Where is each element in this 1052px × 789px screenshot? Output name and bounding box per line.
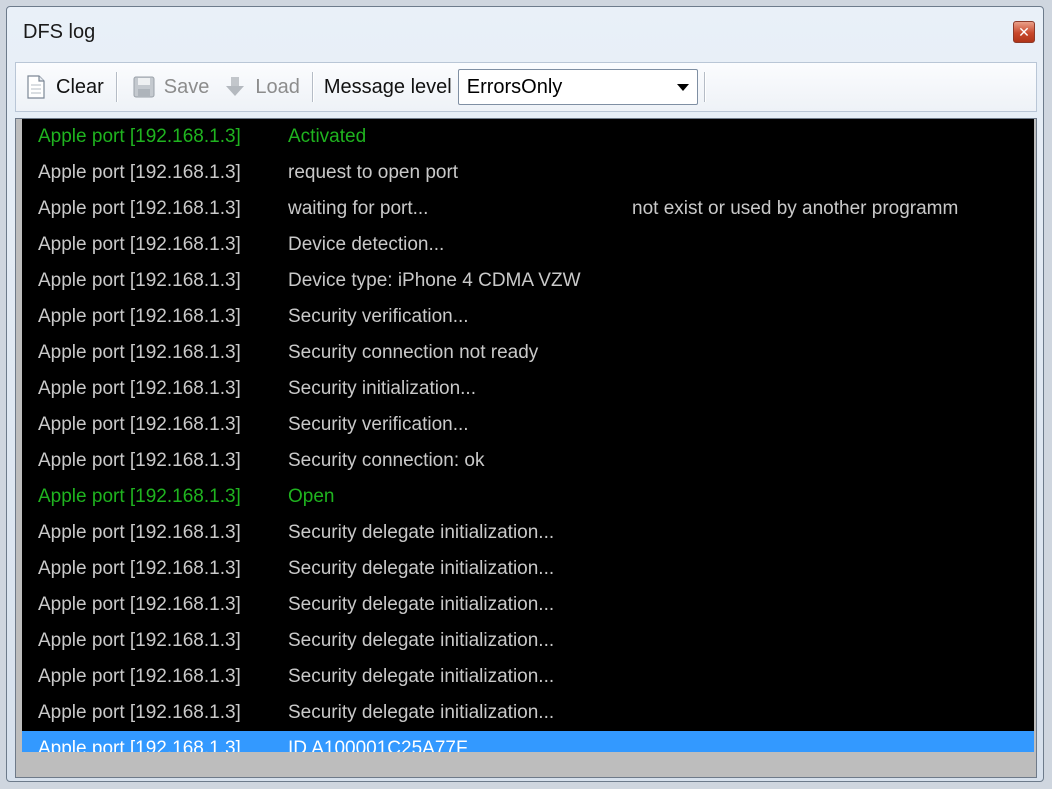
log-source: Apple port [192.168.1.3] — [38, 630, 241, 651]
log-row[interactable]: Apple port [192.168.1.3] Security delegat… — [22, 659, 1034, 695]
log-source: Apple port [192.168.1.3] — [38, 234, 241, 255]
log-row[interactable]: Apple port [192.168.1.3] Security verific… — [22, 407, 1034, 443]
log-source: Apple port [192.168.1.3] — [38, 378, 241, 399]
load-label: Load — [255, 75, 300, 98]
log-message: Security delegate initialization... — [288, 558, 555, 579]
log-row[interactable]: Apple port [192.168.1.3] Security connect… — [22, 443, 1034, 479]
toolbar-separator — [311, 72, 314, 102]
log-source: Apple port [192.168.1.3] — [38, 198, 241, 219]
log-source: Apple port [192.168.1.3] — [38, 486, 241, 507]
log-message: Security verification... — [288, 414, 469, 435]
save-button[interactable]: Save — [124, 70, 216, 104]
message-level-label: Message level — [323, 75, 452, 98]
clear-label: Clear — [56, 75, 104, 98]
log-row[interactable]: Apple port [192.168.1.3] waiting for port… — [22, 191, 1034, 227]
log-message: Security delegate initialization... — [288, 666, 555, 687]
log-source: Apple port [192.168.1.3] — [38, 306, 241, 327]
log-message: Activated — [288, 126, 367, 147]
log-source: Apple port [192.168.1.3] — [38, 450, 241, 471]
log-source: Apple port [192.168.1.3] — [38, 702, 241, 723]
log-row[interactable]: Apple port [192.168.1.3] Open — [22, 479, 1034, 515]
floppy-disk-icon — [132, 74, 156, 100]
dropdown-arrow-icon — [676, 83, 689, 91]
log-message: waiting for port... — [288, 198, 429, 219]
log-message: Security delegate initialization... — [288, 702, 555, 723]
log-message: Security delegate initialization... — [288, 522, 555, 543]
log-row[interactable]: Apple port [192.168.1.3] Activated — [22, 119, 1034, 155]
toolbar: Clear Save Load Message level ErrorsOnly — [15, 62, 1037, 112]
log-extra: not exist or used by another programm — [632, 198, 959, 219]
log-row[interactable]: Apple port [192.168.1.3] Security verific… — [22, 299, 1034, 335]
log-row[interactable]: Apple port [192.168.1.3] Device detection… — [22, 227, 1034, 263]
toolbar-separator — [115, 72, 118, 102]
log-message: request to open port — [288, 162, 459, 183]
log-message: Security initialization... — [288, 378, 476, 399]
log-row[interactable]: Apple port [192.168.1.3] Security delegat… — [22, 551, 1034, 587]
log-list[interactable]: Apple port [192.168.1.3] Activated Apple p… — [22, 119, 1034, 752]
log-source: Apple port [192.168.1.3] — [38, 558, 241, 579]
log-message: ID A100001C25A77F — [288, 738, 468, 752]
load-button[interactable]: Load — [215, 70, 306, 104]
toolbar-separator — [703, 72, 706, 102]
log-message: Device type: iPhone 4 CDMA VZW — [288, 270, 581, 291]
log-row[interactable]: Apple port [192.168.1.3] Security delegat… — [22, 587, 1034, 623]
clear-button[interactable]: Clear — [16, 70, 110, 104]
log-source: Apple port [192.168.1.3] — [38, 162, 241, 183]
message-level-value: ErrorsOnly — [466, 75, 563, 98]
log-row[interactable]: Apple port [192.168.1.3] Security delegat… — [22, 695, 1034, 731]
log-source: Apple port [192.168.1.3] — [38, 342, 241, 363]
log-source: Apple port [192.168.1.3] — [38, 738, 241, 752]
log-row[interactable]: Apple port [192.168.1.3] Security connect… — [22, 335, 1034, 371]
log-message: Security connection not ready — [288, 342, 539, 363]
log-source: Apple port [192.168.1.3] — [38, 666, 241, 687]
log-source: Apple port [192.168.1.3] — [38, 270, 241, 291]
download-arrow-icon — [223, 74, 247, 100]
log-row[interactable]: Apple port [192.168.1.3] ID A100001C25A77… — [22, 731, 1034, 752]
log-message: Security verification... — [288, 306, 469, 327]
close-icon: ✕ — [1018, 24, 1030, 40]
log-source: Apple port [192.168.1.3] — [38, 414, 241, 435]
log-source: Apple port [192.168.1.3] — [38, 594, 241, 615]
title-bar[interactable]: DFS log ✕ — [7, 7, 1043, 55]
log-message: Open — [288, 486, 335, 507]
document-icon — [24, 74, 48, 100]
dfs-log-window: DFS log ✕ Clear Save Load Message level … — [6, 6, 1044, 782]
log-source: Apple port [192.168.1.3] — [38, 522, 241, 543]
log-message: Security delegate initialization... — [288, 594, 555, 615]
log-row[interactable]: Apple port [192.168.1.3] Device type: iPh… — [22, 263, 1034, 299]
window-title: DFS log — [23, 21, 96, 43]
log-source: Apple port [192.168.1.3] — [38, 126, 241, 147]
save-label: Save — [163, 75, 210, 98]
log-row[interactable]: Apple port [192.168.1.3] Security delegat… — [22, 515, 1034, 551]
log-message: Device detection... — [288, 234, 445, 255]
log-frame: Apple port [192.168.1.3] Activated Apple p… — [15, 118, 1037, 778]
close-button[interactable]: ✕ — [1013, 21, 1035, 43]
log-message: Security connection: ok — [288, 450, 485, 471]
message-level-select[interactable]: ErrorsOnly — [457, 69, 698, 105]
log-row[interactable]: Apple port [192.168.1.3] request to open … — [22, 155, 1034, 191]
log-message: Security delegate initialization... — [288, 630, 555, 651]
log-row[interactable]: Apple port [192.168.1.3] Security delegat… — [22, 623, 1034, 659]
log-row[interactable]: Apple port [192.168.1.3] Security initial… — [22, 371, 1034, 407]
